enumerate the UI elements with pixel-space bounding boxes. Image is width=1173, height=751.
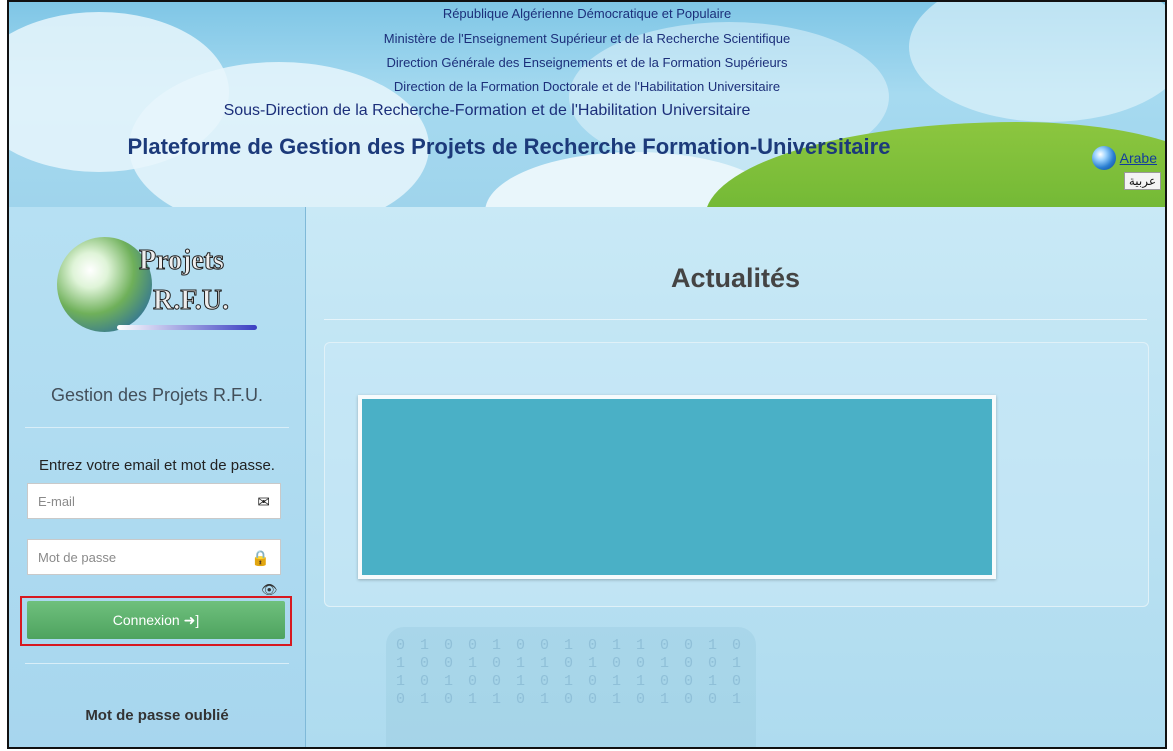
login-button-label: Connexion <box>112 612 180 628</box>
news-item-card[interactable] <box>358 395 996 579</box>
platform-title: Plateforme de Gestion des Projets de Rec… <box>127 134 891 159</box>
projets-rfu-logo: Projets R.F.U. <box>57 227 257 357</box>
logo-globe-icon <box>57 237 152 332</box>
binary-background-decoration: 0 1 0 0 1 0 0 1 0 1 1 0 0 1 0 1 0 0 1 0 … <box>386 627 756 747</box>
logo-text-projets: Projets <box>139 245 225 277</box>
news-panel: Actualités 0 1 0 0 1 0 0 1 0 1 1 0 0 1 0… <box>306 207 1165 747</box>
header-line-republic: République Algérienne Démocratique et Po… <box>442 6 732 21</box>
sidebar-title: Gestion des Projets R.F.U. <box>50 385 264 405</box>
divider <box>25 427 289 428</box>
divider <box>324 319 1147 320</box>
password-field[interactable]: Mot de passe 🔒 <box>27 539 281 575</box>
header-line-sous-direction: Sous-Direction de la Recherche-Formation… <box>223 102 751 119</box>
header-line-ministry: Ministère de l'Enseignement Supérieur et… <box>383 31 791 46</box>
news-container <box>324 342 1149 607</box>
arabe-language-link[interactable]: Arabe <box>1091 146 1157 170</box>
login-instructions: Entrez votre email et mot de passe. <box>39 457 275 474</box>
page-frame: République Algérienne Démocratique et Po… <box>7 0 1167 749</box>
login-button[interactable]: Connexion ➜] <box>27 601 285 639</box>
login-sidebar: Projets R.F.U. Gestion des Projets R.F.U… <box>9 207 306 747</box>
email-field[interactable]: E-mail ✉ <box>27 483 281 519</box>
news-title: Actualités <box>670 263 801 293</box>
divider <box>25 663 289 664</box>
password-placeholder: Mot de passe <box>38 550 117 565</box>
globe-icon <box>1091 146 1116 170</box>
forgot-password-link[interactable]: Mot de passe oublié <box>9 707 305 724</box>
arabic-language-button[interactable]: عربية <box>1123 172 1161 190</box>
arabe-link-label: Arabe <box>1119 150 1157 166</box>
header-banner: République Algérienne Démocratique et Po… <box>9 2 1165 207</box>
envelope-icon: ✉ <box>257 494 270 511</box>
sign-in-icon: ➜] <box>183 612 200 628</box>
email-placeholder: E-mail <box>38 494 75 509</box>
header-line-direction-generale: Direction Générale des Enseignements et … <box>386 55 788 70</box>
logo-text-rfu: R.F.U. <box>153 285 230 317</box>
lock-icon: 🔒 <box>251 550 270 567</box>
header-line-direction-formation: Direction de la Formation Doctorale et d… <box>393 79 781 94</box>
